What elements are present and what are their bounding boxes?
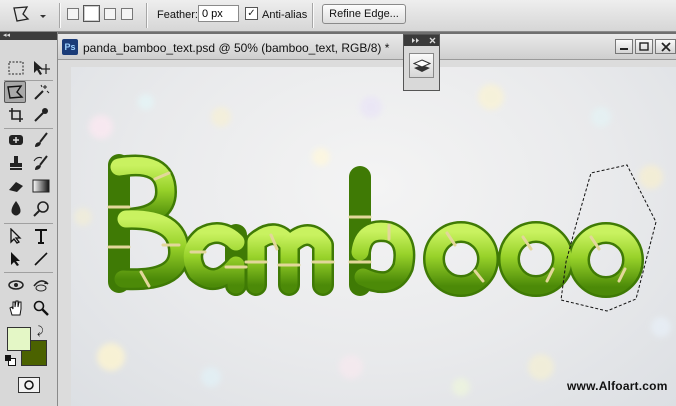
close-button[interactable] <box>655 39 676 54</box>
history-brush-tool[interactable] <box>30 152 52 174</box>
healing-brush-tool[interactable] <box>5 129 27 151</box>
options-bar: Feather: ✓ Anti-alias Refine Edge... <box>0 0 676 32</box>
subtract-selection-mode-button[interactable] <box>104 8 116 20</box>
layers-icon <box>412 58 431 72</box>
hand-icon <box>9 300 22 316</box>
dodge-tool[interactable] <box>30 198 52 220</box>
document-title: panda_bamboo_text.psd @ 50% (bamboo_text… <box>83 41 390 55</box>
eyedropper-tool[interactable] <box>30 104 52 126</box>
dodge-icon <box>33 201 49 217</box>
crop-tool[interactable] <box>5 104 27 126</box>
quick-mask-button[interactable] <box>18 377 40 393</box>
move-icon <box>34 61 50 75</box>
refine-edge-button[interactable]: Refine Edge... <box>322 4 406 24</box>
marquee-tool[interactable] <box>5 57 27 79</box>
quick-mask-icon <box>24 380 34 390</box>
layers-mini-panel <box>403 34 440 91</box>
document-title-bar[interactable]: Ps panda_bamboo_text.psd @ 50% (bamboo_t… <box>58 34 676 60</box>
brush-icon <box>35 132 48 147</box>
type-tool[interactable] <box>30 225 52 247</box>
crop-icon <box>9 108 23 122</box>
layers-panel-button[interactable] <box>409 53 434 78</box>
blur-tool[interactable] <box>5 198 27 220</box>
marquee-icon <box>8 61 24 75</box>
direct-selection-tool[interactable] <box>5 248 27 270</box>
default-colors-icon[interactable] <box>5 355 16 366</box>
lasso-tool[interactable] <box>4 81 26 103</box>
blur-icon <box>11 201 21 216</box>
bamboo-text-graphic <box>107 154 644 298</box>
foreground-color-swatch[interactable] <box>7 327 31 351</box>
antialias-label: Anti-alias <box>262 9 308 21</box>
tool-preset-picker[interactable] <box>10 4 50 26</box>
polygonal-lasso-icon <box>7 85 24 99</box>
history-brush-icon <box>33 155 48 170</box>
document-window: Ps panda_bamboo_text.psd @ 50% (bamboo_t… <box>58 34 676 406</box>
eraser-tool[interactable] <box>5 175 27 197</box>
move-tool[interactable] <box>30 57 52 79</box>
options-separator <box>59 3 60 28</box>
magic-wand-tool[interactable] <box>30 81 52 103</box>
brush-tool[interactable] <box>30 129 52 151</box>
toolbox: ◂◂ ⤸ <box>0 32 58 406</box>
antialias-checkbox[interactable]: ✓ <box>245 7 258 20</box>
gradient-icon <box>32 179 50 193</box>
toolbox-separator <box>4 272 53 273</box>
panel-header[interactable] <box>404 35 439 46</box>
line-icon <box>34 252 48 266</box>
swap-colors-icon[interactable]: ⤸ <box>37 325 44 338</box>
path-selection-icon <box>10 228 22 244</box>
options-separator <box>312 3 313 28</box>
toolbox-header[interactable]: ◂◂ <box>0 32 57 40</box>
restore-icon <box>639 42 649 51</box>
healing-brush-icon <box>9 135 23 145</box>
close-icon <box>660 41 671 52</box>
panel-close-icon[interactable] <box>428 35 438 46</box>
options-separator <box>146 3 147 28</box>
canvas[interactable]: www.Alfoart.com <box>71 67 676 406</box>
panel-expand-icon[interactable] <box>410 35 422 46</box>
3d-orbit-tool[interactable] <box>30 274 52 296</box>
intersect-selection-mode-button[interactable] <box>121 8 133 20</box>
3d-rotate-icon <box>8 280 24 290</box>
zoom-tool[interactable] <box>30 297 52 319</box>
line-tool[interactable] <box>30 248 52 270</box>
minimize-button[interactable] <box>615 39 633 54</box>
polygonal-lasso-icon <box>13 6 46 22</box>
hand-tool[interactable] <box>5 297 27 319</box>
restore-button[interactable] <box>635 39 653 54</box>
3d-rotate-tool[interactable] <box>5 274 27 296</box>
gradient-tool[interactable] <box>30 175 52 197</box>
photoshop-icon: Ps <box>62 39 78 55</box>
clone-stamp-tool[interactable] <box>5 152 27 174</box>
clone-stamp-icon <box>10 156 22 170</box>
zoom-icon <box>33 300 49 316</box>
toolbox-separator <box>4 223 53 224</box>
magic-wand-icon <box>34 84 50 100</box>
3d-orbit-icon <box>33 280 49 292</box>
new-selection-mode-button[interactable] <box>67 8 79 20</box>
eyedropper-icon <box>34 108 48 122</box>
feather-label: Feather: <box>157 9 198 21</box>
watermark-text: www.Alfoart.com <box>567 379 668 393</box>
direct-selection-icon <box>11 252 20 266</box>
add-to-selection-mode-button[interactable] <box>83 5 100 22</box>
minimize-icon <box>620 47 628 50</box>
path-selection-tool[interactable] <box>5 225 27 247</box>
canvas-artwork <box>74 84 671 396</box>
type-icon <box>35 229 47 244</box>
eraser-icon <box>9 182 23 192</box>
feather-input[interactable] <box>198 5 239 22</box>
